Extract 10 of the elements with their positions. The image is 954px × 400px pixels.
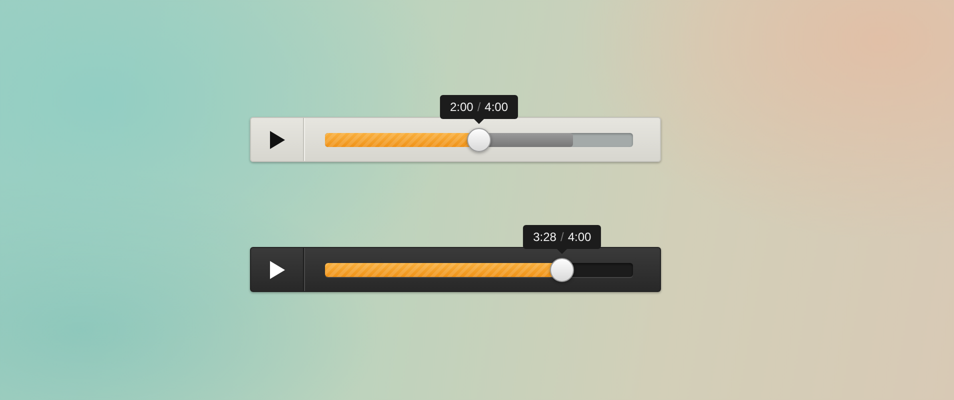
current-time: 2:00 bbox=[450, 100, 474, 114]
total-time: 4:00 bbox=[484, 100, 508, 114]
time-separator: / bbox=[560, 230, 564, 244]
slider-handle[interactable] bbox=[467, 128, 491, 152]
play-icon bbox=[270, 260, 284, 278]
total-time: 4:00 bbox=[568, 230, 592, 244]
slider-handle[interactable] bbox=[550, 258, 574, 282]
current-time: 3:28 bbox=[533, 230, 556, 244]
time-separator: / bbox=[477, 100, 481, 114]
play-icon bbox=[270, 130, 284, 148]
